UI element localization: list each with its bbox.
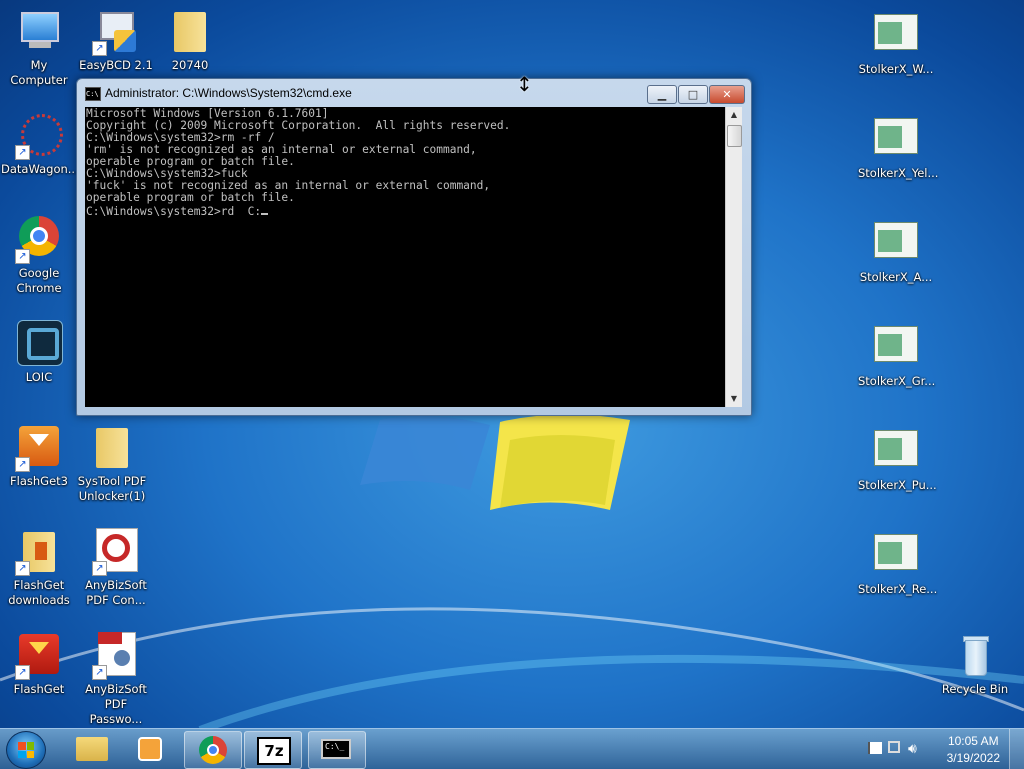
- console-prompt-line[interactable]: C:\Windows\system32>rd C:: [86, 205, 261, 218]
- desktop-icon-anybizsoft-pdf-converter[interactable]: ↗ AnyBizSoft PDF Con...: [78, 528, 154, 608]
- desktop-icon-google-chrome[interactable]: ↗ Google Chrome: [1, 216, 77, 296]
- console-output[interactable]: Microsoft Windows [Version 6.1.7601] Copy…: [85, 107, 725, 407]
- desktop-icon-flashget3[interactable]: ↗ FlashGet3: [1, 424, 77, 489]
- desktop-icon-flashget-downloads[interactable]: ↗ FlashGet downloads: [1, 528, 77, 608]
- start-button[interactable]: [6, 731, 46, 769]
- windows-flag-icon: [18, 742, 34, 758]
- taskbar: 7z C:\_ 🔊︎ 10:05 AM 3/19/2022: [0, 728, 1024, 769]
- maximize-button[interactable]: □: [678, 85, 708, 104]
- taskbar-media-player[interactable]: [122, 731, 178, 767]
- windows-logo-wallpaper: [360, 414, 630, 510]
- cmd-icon: C:\: [85, 87, 101, 101]
- window-document-icon: [872, 324, 920, 372]
- folder-icon: [88, 424, 136, 472]
- desktop-icon-stolkerx-yel[interactable]: StolkerX_Yel...: [858, 116, 938, 181]
- minimize-icon: ▁: [657, 88, 667, 101]
- desktop-icon-stolkerx-re[interactable]: StolkerX_Re...: [858, 532, 937, 597]
- resize-cursor-icon: ↕: [516, 72, 533, 96]
- shortcut-arrow-icon: ↗: [92, 561, 107, 576]
- desktop-icon-stolkerx-a[interactable]: StolkerX_A...: [858, 220, 934, 285]
- taskbar-cmd[interactable]: C:\_: [308, 731, 366, 769]
- easybcd-icon: ↗: [92, 8, 140, 56]
- scroll-up-arrow-icon[interactable]: ▲: [726, 107, 742, 123]
- window-document-icon: [872, 12, 920, 60]
- shortcut-arrow-icon: ↗: [15, 457, 30, 472]
- folder-icon: ↗: [15, 528, 63, 576]
- loic-icon: [15, 320, 63, 368]
- console-line: operable program or batch file.: [86, 191, 295, 204]
- clock-time: 10:05 AM: [947, 734, 999, 748]
- close-button[interactable]: ✕: [709, 85, 745, 104]
- vertical-scrollbar[interactable]: ▲ ▼: [725, 107, 742, 407]
- close-icon: ✕: [722, 88, 732, 101]
- maximize-icon: □: [687, 88, 699, 101]
- system-tray: 🔊︎ 10:05 AM 3/19/2022: [854, 729, 1024, 769]
- cmd-icon: C:\_: [321, 739, 351, 759]
- shortcut-arrow-icon: ↗: [15, 665, 30, 680]
- taskbar-7zip[interactable]: 7z: [244, 731, 302, 769]
- media-player-icon: [138, 737, 162, 761]
- desktop-icon-stolkerx-gr[interactable]: StolkerX_Gr...: [858, 324, 935, 389]
- shortcut-arrow-icon: ↗: [92, 41, 107, 56]
- cmd-window[interactable]: C:\ Administrator: C:\Windows\System32\c…: [76, 78, 752, 416]
- shortcut-arrow-icon: ↗: [15, 561, 30, 576]
- folder-icon: [76, 737, 108, 761]
- window-document-icon: [872, 116, 920, 164]
- taskbar-chrome[interactable]: [184, 731, 242, 769]
- shortcut-arrow-icon: ↗: [92, 665, 107, 680]
- window-document-icon: [872, 532, 920, 580]
- desktop-icon-anybizsoft-pdf-password[interactable]: ↗ AnyBizSoft PDF Passwo...: [78, 632, 154, 727]
- folder-icon: [166, 8, 214, 56]
- window-document-icon: [872, 220, 920, 268]
- desktop-icon-20740[interactable]: 20740: [152, 8, 228, 73]
- clock-date: 3/19/2022: [946, 751, 1000, 765]
- desktop-icon-my-computer[interactable]: My Computer: [1, 8, 77, 88]
- desktop-icon-flashget[interactable]: ↗ FlashGet: [1, 632, 77, 697]
- 7zip-icon: 7z: [257, 737, 291, 765]
- desktop-icon-recycle-bin[interactable]: Recycle Bin: [937, 632, 1013, 697]
- clock[interactable]: 10:05 AM 3/19/2022: [947, 733, 1000, 767]
- window-title: Administrator: C:\Windows\System32\cmd.e…: [105, 86, 352, 100]
- network-icon[interactable]: [888, 741, 900, 753]
- action-center-flag-icon[interactable]: [868, 742, 882, 754]
- recycle-bin-icon: [951, 632, 999, 680]
- desktop-icon-easybcd[interactable]: ↗ EasyBCD 2.1: [78, 8, 154, 73]
- desktop-icon-stolkerx-pu[interactable]: StolkerX_Pu...: [858, 428, 937, 493]
- shortcut-arrow-icon: ↗: [15, 145, 30, 160]
- computer-icon: [15, 8, 63, 56]
- volume-icon[interactable]: 🔊︎: [908, 741, 917, 757]
- pdf-password-icon: ↗: [92, 632, 140, 680]
- desktop-icon-stolkerx-w[interactable]: StolkerX_W...: [858, 12, 934, 77]
- minimize-button[interactable]: ▁: [647, 85, 677, 104]
- desktop-icon-datawagon[interactable]: ↗ DataWagon...: [1, 112, 79, 177]
- shortcut-arrow-icon: ↗: [15, 249, 30, 264]
- anybizsoft-icon: ↗: [92, 528, 140, 576]
- show-desktop-button[interactable]: [1009, 729, 1024, 769]
- flashget3-icon: ↗: [15, 424, 63, 472]
- text-cursor: [261, 204, 269, 215]
- desktop-icon-systool-pdf-unlocker[interactable]: SysTool PDF Unlocker(1): [74, 424, 150, 504]
- window-document-icon: [872, 428, 920, 476]
- scroll-thumb[interactable]: [727, 125, 742, 147]
- scroll-down-arrow-icon[interactable]: ▼: [726, 391, 742, 407]
- taskbar-explorer[interactable]: [64, 731, 120, 767]
- datawagon-icon: ↗: [15, 112, 63, 160]
- chrome-icon: ↗: [15, 216, 63, 264]
- flashget-icon: ↗: [15, 632, 63, 680]
- desktop-icon-loic[interactable]: LOIC: [1, 320, 77, 385]
- cmd-titlebar[interactable]: C:\ Administrator: C:\Windows\System32\c…: [77, 79, 751, 107]
